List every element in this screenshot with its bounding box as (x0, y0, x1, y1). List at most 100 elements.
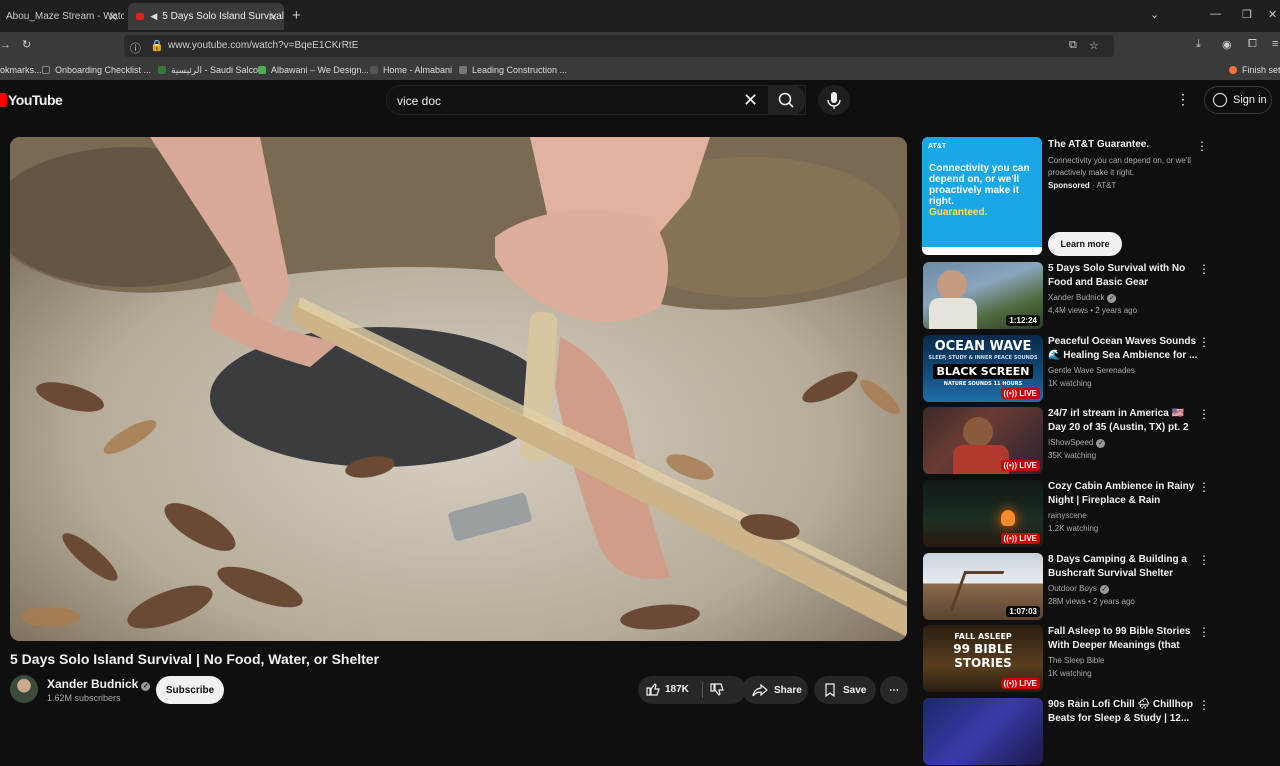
extensions-icon[interactable]: ⧠ (1248, 38, 1257, 51)
recommendation-meta: 1K watching (1048, 379, 1092, 388)
live-badge: ((•)) LIVE (1000, 533, 1040, 544)
video-thumbnail[interactable]: 1:07:03 (923, 553, 1043, 620)
recommendation-menu-icon[interactable]: ⋮ (1198, 553, 1210, 567)
recommendation-channel[interactable]: Xander Budnick ✓ (1048, 293, 1117, 303)
close-tab-icon[interactable]: ✕ (268, 10, 278, 24)
minimize-icon[interactable]: — (1210, 8, 1221, 20)
recommendation-title[interactable]: 5 Days Solo Survival with No Food and Ba… (1048, 262, 1198, 290)
browser-tab-active[interactable]: ◀ 5 Days Solo Island Survival ✕ (128, 3, 284, 30)
bookmark-save-icon (825, 683, 835, 697)
recommendation-menu-icon[interactable]: ⋮ (1198, 335, 1210, 349)
bookmark-item[interactable]: okmarks... (0, 65, 42, 75)
recommendation-channel[interactable]: Gentle Wave Serenades (1048, 366, 1135, 375)
recommendation-menu-icon[interactable]: ⋮ (1198, 698, 1210, 712)
reload-icon[interactable]: ↻ (22, 38, 31, 51)
menu-icon[interactable]: ≡ (1272, 38, 1278, 50)
restore-icon[interactable]: ❐ (1242, 8, 1252, 21)
learn-more-button[interactable]: Learn more (1048, 232, 1122, 256)
lock-icon[interactable]: 🔒 (150, 39, 164, 52)
recommendation-channel[interactable]: The Sleep Bible (1048, 656, 1104, 665)
recommendation-item[interactable]: FALL ASLEEP 99 BIBLE STORIES ((•)) LIVE … (922, 625, 1212, 693)
recommendation-menu-icon[interactable]: ⋮ (1198, 625, 1210, 639)
save-button[interactable]: Save (814, 676, 876, 704)
thumbnail-figure (929, 298, 977, 329)
channel-name[interactable]: Xander Budnick ✓ (47, 677, 151, 691)
recommendation-channel[interactable]: rainyscene (1048, 511, 1087, 520)
recommendation-item[interactable]: ((•)) LIVE Cozy Cabin Ambience in Rainy … (922, 480, 1212, 548)
recommendation-title[interactable]: 90s Rain Lofi Chill 🌧 Chillhop Beats for… (1048, 698, 1198, 726)
recommendation-menu-icon[interactable]: ⋮ (1198, 480, 1210, 494)
ad-thumbnail[interactable]: AT&T Connectivity you can depend on, or … (922, 137, 1042, 255)
video-thumbnail[interactable]: ((•)) LIVE (923, 407, 1043, 474)
recommendation-meta: 28M views • 2 years ago (1048, 597, 1135, 606)
site-info-icon[interactable]: ⓘ (130, 40, 141, 56)
bookmark-item[interactable]: الرئيسية - Saudi Salco (158, 65, 258, 76)
close-tab-icon[interactable]: ✕ (108, 10, 118, 24)
open-in-app-icon[interactable]: ⧉ (1069, 39, 1077, 52)
search-input[interactable]: vice doc ✕ (386, 85, 806, 115)
dislike-button[interactable] (710, 683, 724, 700)
recommendation-title[interactable]: Fall Asleep to 99 Bible Stories With Dee… (1048, 625, 1198, 653)
settings-kebab-icon[interactable]: ⋮ (1176, 91, 1190, 108)
forward-icon[interactable]: → (0, 39, 11, 51)
recommendation-item[interactable]: ((•)) LIVE 24/7 irl stream in America 🇺🇸… (922, 407, 1212, 475)
verified-icon: ✓ (1099, 585, 1109, 594)
new-tab-icon[interactable]: + (292, 7, 301, 24)
recommendation-item[interactable]: 1:12:24 5 Days Solo Survival with No Foo… (922, 262, 1212, 330)
recommendation-item[interactable]: OCEAN WAVE SLEEP, STUDY & INNER PEACE SO… (922, 335, 1212, 403)
recommendation-title[interactable]: 8 Days Camping & Building a Bushcraft Su… (1048, 553, 1198, 581)
clear-search-icon[interactable]: ✕ (743, 90, 758, 111)
like-button[interactable] (646, 682, 660, 699)
subscriber-count: 1.62M subscribers (47, 693, 121, 703)
youtube-logo[interactable]: YouTube (0, 92, 63, 108)
recommendation-menu-icon[interactable]: ⋮ (1198, 407, 1210, 421)
thumbnail-text: SLEEP, STUDY & INNER PEACE SOUNDS (928, 355, 1038, 361)
video-thumbnail[interactable]: OCEAN WAVE SLEEP, STUDY & INNER PEACE SO… (923, 335, 1043, 402)
close-window-icon[interactable]: ✕ (1268, 8, 1277, 21)
verified-icon: ✓ (141, 682, 151, 691)
profile-icon[interactable]: ◉ (1222, 38, 1232, 51)
bookmark-label: Onboarding Checklist ... (55, 65, 152, 75)
bookmark-item[interactable]: Leading Construction ... (459, 65, 567, 75)
channel-avatar[interactable] (10, 675, 38, 703)
video-thumbnail[interactable]: 1:12:24 (923, 262, 1043, 329)
more-actions-button[interactable]: ⋯ (880, 676, 908, 704)
recommendation-menu-icon[interactable]: ⋮ (1198, 262, 1210, 276)
video-owner-row: Xander Budnick ✓ 1.62M subscribers Subscr… (10, 675, 910, 711)
ad-description: Connectivity you can depend on, or we'll… (1048, 156, 1191, 177)
bookmark-item[interactable]: Home - Almabani (370, 65, 452, 75)
bookmark-item[interactable]: Finish setu (1229, 65, 1280, 75)
thumbnail-text: BLACK SCREEN (936, 365, 1030, 378)
share-button[interactable]: Share (742, 676, 808, 704)
subscribe-button[interactable]: Subscribe (156, 676, 224, 704)
recommendation-title[interactable]: 24/7 irl stream in America 🇺🇸 Day 20 of … (1048, 407, 1198, 435)
tab-list-icon[interactable]: ⌄ (1150, 8, 1159, 21)
download-icon[interactable]: ⤓ (1196, 38, 1201, 51)
browser-tab[interactable]: Abou_Maze Stream - Watch ✕ (0, 3, 124, 30)
recommendation-item[interactable]: 1:07:03 8 Days Camping & Building a Bush… (922, 553, 1212, 621)
recommendation-item[interactable]: 90s Rain Lofi Chill 🌧 Chillhop Beats for… (922, 698, 1212, 766)
bookmark-star-icon[interactable]: ☆ (1089, 39, 1099, 52)
ad-bottom-bar (922, 247, 1042, 255)
bookmark-item[interactable]: Albawani – We Design... (258, 65, 369, 75)
search-button[interactable] (768, 85, 806, 115)
bookmark-item[interactable]: Onboarding Checklist ... (42, 65, 151, 75)
recommendation-channel[interactable]: Outdoor Boys ✓ (1048, 584, 1109, 594)
video-thumbnail[interactable]: ((•)) LIVE (923, 480, 1043, 547)
sponsored-ad[interactable]: AT&T Connectivity you can depend on, or … (922, 137, 1212, 257)
bookmark-label: Home - Almabani (383, 65, 453, 75)
video-thumbnail[interactable]: FALL ASLEEP 99 BIBLE STORIES ((•)) LIVE (923, 625, 1043, 692)
url-field[interactable]: ⓘ 🔒 www.youtube.com/watch?v=BqeE1CKrRtE … (124, 35, 1114, 57)
recommendation-channel[interactable]: IShowSpeed ✓ (1048, 438, 1106, 448)
advertiser-name: AT&T (1096, 181, 1117, 190)
bookmark-label: Finish setu (1242, 65, 1280, 75)
voice-search-button[interactable] (818, 85, 850, 115)
video-thumbnail[interactable] (923, 698, 1043, 765)
sign-in-button[interactable]: Sign in (1204, 86, 1272, 114)
ad-title[interactable]: The AT&T Guarantee. (1048, 139, 1149, 150)
speaker-icon[interactable]: ◀ (150, 11, 157, 22)
video-player[interactable] (10, 137, 907, 641)
recommendation-title[interactable]: Peaceful Ocean Waves Sounds 🌊 Healing Se… (1048, 335, 1198, 363)
recommendation-title[interactable]: Cozy Cabin Ambience in Rainy Night | Fir… (1048, 480, 1198, 508)
ad-menu-icon[interactable]: ⋮ (1196, 139, 1208, 153)
